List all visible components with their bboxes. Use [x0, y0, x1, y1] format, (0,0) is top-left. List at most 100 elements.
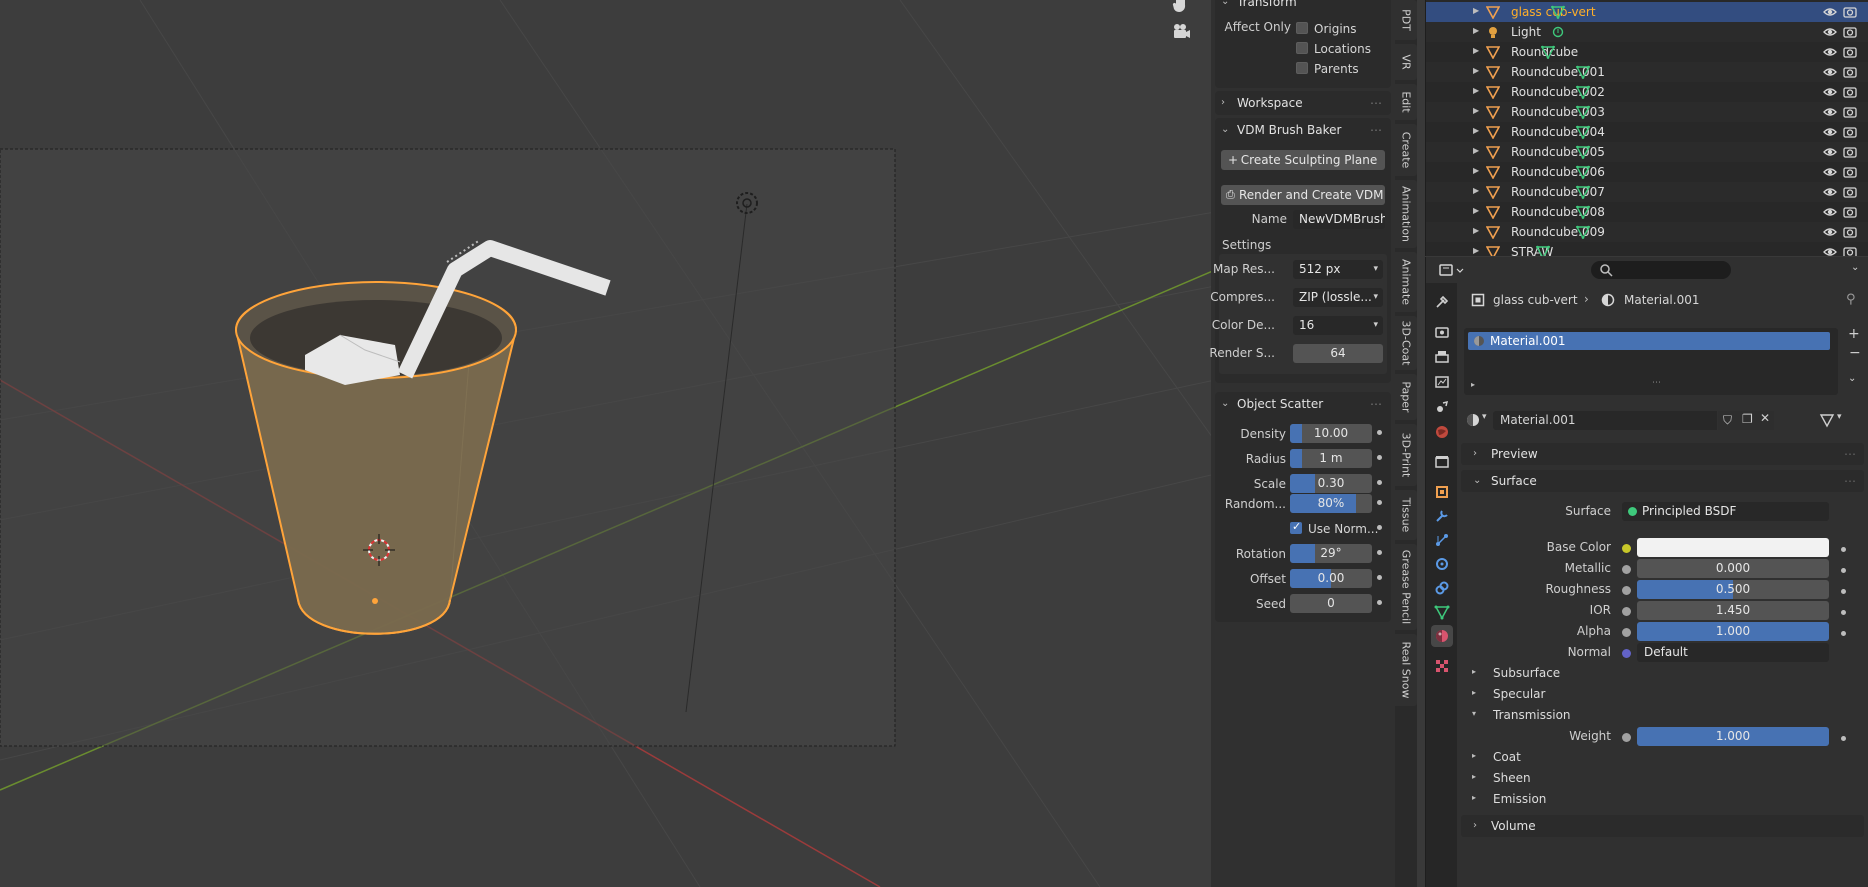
- tab-pdt[interactable]: PDT: [1395, 0, 1417, 40]
- keyframe-dot-icon[interactable]: [1377, 430, 1382, 435]
- output-tab-icon[interactable]: [1431, 346, 1453, 368]
- close-icon[interactable]: ✕: [1760, 411, 1770, 425]
- outliner-row[interactable]: ▶ Roundcube.002: [1426, 82, 1868, 102]
- light-data-icon[interactable]: [1551, 25, 1565, 39]
- tab-animation[interactable]: Animation: [1395, 180, 1417, 248]
- material-tab-icon[interactable]: [1431, 625, 1453, 647]
- visibility-eye-icon[interactable]: [1823, 145, 1837, 159]
- material-name-input[interactable]: Material.001: [1493, 411, 1717, 430]
- normal-field[interactable]: Default: [1637, 643, 1829, 662]
- outliner-row[interactable]: ▶ glass cub-vert: [1426, 2, 1868, 22]
- mesh-data-icon[interactable]: [1576, 205, 1590, 219]
- outliner-row[interactable]: ▶ Roundcube.005: [1426, 142, 1868, 162]
- mesh-data-icon[interactable]: [1551, 5, 1565, 19]
- tab-tissue[interactable]: Tissue: [1395, 490, 1417, 540]
- create-sculpting-plane-button[interactable]: + Create Sculpting Plane: [1221, 150, 1385, 170]
- metallic-slider[interactable]: 0.000: [1637, 559, 1829, 578]
- keyframe-dot-icon[interactable]: [1841, 736, 1846, 741]
- mesh-data-icon[interactable]: [1576, 85, 1590, 99]
- particles-tab-icon[interactable]: [1431, 529, 1453, 551]
- expand-arrow-icon[interactable]: ▶: [1473, 26, 1479, 35]
- keyframe-dot-icon[interactable]: [1377, 480, 1382, 485]
- affect-locations-option[interactable]: Locations: [1215, 39, 1391, 59]
- parents-checkbox[interactable]: [1296, 62, 1308, 74]
- pin-icon[interactable]: ⚲: [1846, 292, 1856, 307]
- transmission-subpanel[interactable]: ▾ Transmission: [1472, 708, 1571, 722]
- tab-grease-pencil[interactable]: Grease Pencil: [1395, 544, 1417, 630]
- color-socket-icon[interactable]: [1622, 544, 1631, 553]
- duplicate-icon[interactable]: ❐: [1742, 412, 1753, 426]
- render-camera-icon[interactable]: [1843, 105, 1857, 119]
- scene-tab-icon[interactable]: [1431, 396, 1453, 418]
- outliner-row[interactable]: ▶ Roundcube.006: [1426, 162, 1868, 182]
- surface-shader-dropdown[interactable]: Principled BSDF: [1622, 502, 1829, 521]
- render-samples-field[interactable]: 64: [1293, 344, 1383, 363]
- mesh-data-icon[interactable]: [1576, 105, 1590, 119]
- surface-panel-header[interactable]: ⌄ Surface ⋯: [1461, 470, 1864, 492]
- expand-arrow-icon[interactable]: ▶: [1473, 226, 1479, 235]
- keyframe-dot-icon[interactable]: [1377, 600, 1382, 605]
- outliner-row[interactable]: ▶ Roundcube.007: [1426, 182, 1868, 202]
- collection-tab-icon[interactable]: [1431, 451, 1453, 473]
- affect-origins-option[interactable]: Origins: [1215, 19, 1391, 39]
- drag-grip-icon[interactable]: ⋯: [1844, 443, 1856, 465]
- keyframe-dot-icon[interactable]: [1377, 575, 1382, 580]
- workspace-header[interactable]: › Workspace ⋯: [1215, 91, 1391, 115]
- link-type-button[interactable]: ▾: [1819, 410, 1849, 430]
- render-camera-icon[interactable]: [1843, 205, 1857, 219]
- render-camera-icon[interactable]: [1843, 185, 1857, 199]
- drag-grip-icon[interactable]: ⋯: [1844, 470, 1856, 492]
- transmission-weight-slider[interactable]: 1.000: [1637, 727, 1829, 746]
- visibility-eye-icon[interactable]: [1823, 225, 1837, 239]
- seed-field[interactable]: 0: [1290, 594, 1372, 613]
- density-slider[interactable]: 10.00: [1290, 424, 1372, 443]
- keyframe-dot-icon[interactable]: [1841, 631, 1846, 636]
- render-camera-icon[interactable]: [1843, 65, 1857, 79]
- base-color-swatch[interactable]: [1637, 538, 1829, 557]
- sheen-subpanel[interactable]: ▸ Sheen: [1472, 771, 1531, 785]
- texture-tab-icon[interactable]: [1431, 655, 1453, 677]
- ior-field[interactable]: 1.450: [1637, 601, 1829, 620]
- modifier-tab-icon[interactable]: [1431, 505, 1453, 527]
- use-normal-checkbox[interactable]: [1290, 520, 1302, 534]
- outliner-row[interactable]: ▶ Roundcube.009: [1426, 222, 1868, 242]
- compression-dropdown[interactable]: ZIP (lossle... ▾: [1293, 288, 1383, 307]
- mesh-data-icon[interactable]: [1536, 245, 1550, 256]
- render-camera-icon[interactable]: [1843, 85, 1857, 99]
- render-camera-icon[interactable]: [1843, 25, 1857, 39]
- expand-arrow-icon[interactable]: ▶: [1473, 106, 1479, 115]
- brush-name-input[interactable]: NewVDMBrush: [1293, 210, 1385, 229]
- keyframe-dot-icon[interactable]: [1377, 455, 1382, 460]
- render-create-vdm-button[interactable]: ⎙ Render and Create VDM B...: [1221, 185, 1385, 205]
- expand-arrow-icon[interactable]: ▶: [1473, 46, 1479, 55]
- expand-arrow-icon[interactable]: ▶: [1473, 6, 1479, 15]
- tab-vr[interactable]: VR: [1395, 44, 1417, 80]
- value-socket-icon[interactable]: [1622, 628, 1631, 637]
- tab-real-snow[interactable]: Real Snow: [1395, 634, 1417, 706]
- render-tab-icon[interactable]: [1431, 321, 1453, 343]
- expand-arrow-icon[interactable]: ▶: [1473, 126, 1479, 135]
- visibility-eye-icon[interactable]: [1823, 5, 1837, 19]
- drag-grip-icon[interactable]: ⋯: [1370, 118, 1383, 142]
- expand-arrow-icon[interactable]: ▶: [1473, 166, 1479, 175]
- render-camera-icon[interactable]: [1843, 245, 1857, 256]
- tab-3d-coat[interactable]: 3D-Coat: [1395, 316, 1417, 370]
- add-slot-icon[interactable]: +: [1848, 326, 1860, 342]
- emission-subpanel[interactable]: ▸ Emission: [1472, 792, 1546, 806]
- fake-user-shield-icon[interactable]: ⛉: [1723, 413, 1732, 428]
- keyframe-dot-icon[interactable]: [1841, 589, 1846, 594]
- radius-slider[interactable]: 1 m: [1290, 449, 1372, 468]
- resize-grip-icon[interactable]: ⋯: [1652, 378, 1661, 388]
- outliner-row[interactable]: ▶ Roundcube: [1426, 42, 1868, 62]
- visibility-eye-icon[interactable]: [1823, 125, 1837, 139]
- render-camera-icon[interactable]: [1843, 125, 1857, 139]
- keyframe-dot-icon[interactable]: [1377, 550, 1382, 555]
- map-resolution-dropdown[interactable]: 512 px ▾: [1293, 260, 1383, 279]
- vdm-header[interactable]: ⌄ VDM Brush Baker ⋯: [1215, 118, 1391, 142]
- origins-checkbox[interactable]: [1296, 22, 1308, 34]
- visibility-eye-icon[interactable]: [1823, 185, 1837, 199]
- world-tab-icon[interactable]: [1431, 421, 1453, 443]
- value-socket-icon[interactable]: [1622, 565, 1631, 574]
- subsurface-subpanel[interactable]: ▸ Subsurface: [1472, 666, 1560, 680]
- visibility-eye-icon[interactable]: [1823, 245, 1837, 256]
